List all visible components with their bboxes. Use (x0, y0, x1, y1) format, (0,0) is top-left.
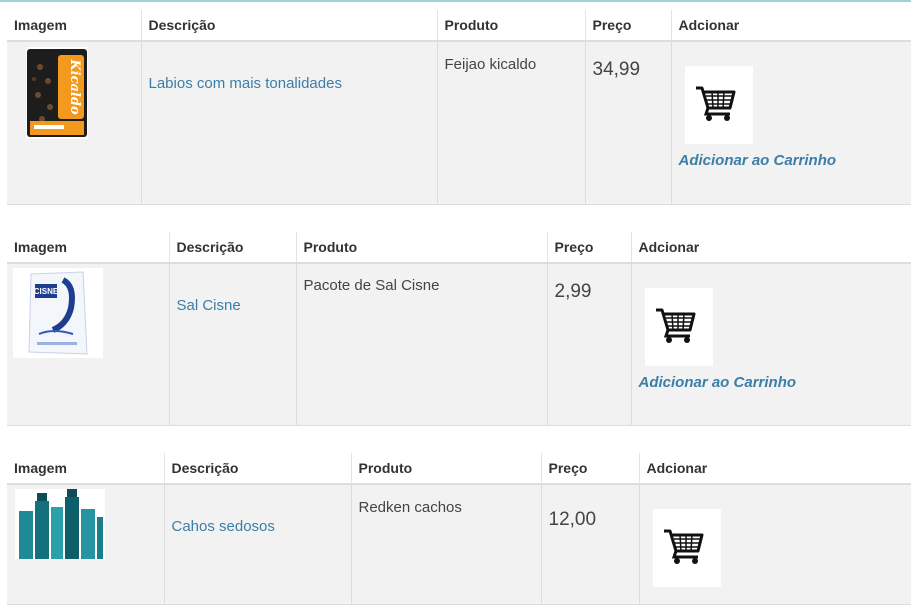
header-description: Descrição (164, 453, 351, 484)
add-cell: Adicionar ao Carrinho (671, 41, 911, 204)
product-description-link[interactable]: Labios com mais tonalidades (149, 75, 437, 92)
table-header-row: Imagem Descrição Produto Preço Adcionar (7, 232, 911, 263)
header-image: Imagem (7, 232, 169, 263)
table-row: Kicaldo Labios com mais tonalidades Feij… (7, 41, 911, 204)
product-price: 2,99 (555, 281, 631, 303)
header-description: Descrição (169, 232, 296, 263)
product-cell: Pacote de Sal Cisne (296, 263, 547, 425)
product-description-link[interactable]: Cahos sedosos (172, 518, 351, 535)
product-cell: Feijao kicaldo (437, 41, 585, 204)
svg-text:Kicaldo: Kicaldo (67, 58, 82, 115)
header-add: Adcionar (671, 10, 911, 41)
header-product: Produto (437, 10, 585, 41)
add-cell (639, 484, 911, 604)
description-cell: Sal Cisne (169, 263, 296, 425)
product-name: Feijao kicaldo (445, 56, 585, 73)
header-description: Descrição (141, 10, 437, 41)
table-row: Cahos sedosos Redken cachos 12,00 (7, 484, 911, 604)
header-product: Produto (296, 232, 547, 263)
top-border (0, 0, 911, 2)
table-header-row: Imagem Descrição Produto Preço Adcionar (7, 453, 911, 484)
header-price: Preço (547, 232, 631, 263)
description-cell: Labios com mais tonalidades (141, 41, 437, 204)
add-cell: Adicionar ao Carrinho (631, 263, 911, 425)
header-image: Imagem (7, 453, 164, 484)
header-add: Adcionar (631, 232, 911, 263)
price-cell: 2,99 (547, 263, 631, 425)
shopping-cart-icon[interactable] (653, 509, 721, 587)
header-product: Produto (351, 453, 541, 484)
image-cell: Kicaldo (7, 41, 141, 204)
product-name: Redken cachos (359, 499, 541, 516)
header-image: Imagem (7, 10, 141, 41)
description-cell: Cahos sedosos (164, 484, 351, 604)
product-name: Pacote de Sal Cisne (304, 277, 547, 294)
table-row: CISNE Sal Cisne Pacote de Sal Cisne 2,99 (7, 263, 911, 425)
svg-text:CISNE: CISNE (34, 287, 59, 296)
salt-package-image: CISNE (13, 268, 103, 358)
product-price: 12,00 (549, 509, 639, 531)
bean-package-image: Kicaldo (26, 47, 88, 139)
hair-products-image (15, 489, 105, 559)
product-table-3: Imagem Descrição Produto Preço Adcionar (7, 453, 911, 605)
price-cell: 34,99 (585, 41, 671, 204)
shopping-cart-icon[interactable] (645, 288, 713, 366)
header-price: Preço (585, 10, 671, 41)
table-header-row: Imagem Descrição Produto Preço Adcionar (7, 10, 911, 41)
header-price: Preço (541, 453, 639, 484)
image-cell (7, 484, 164, 604)
add-to-cart-link[interactable]: Adicionar ao Carrinho (679, 152, 911, 169)
image-cell: CISNE (7, 263, 169, 425)
price-cell: 12,00 (541, 484, 639, 604)
header-add: Adcionar (639, 453, 911, 484)
product-cell: Redken cachos (351, 484, 541, 604)
add-to-cart-link[interactable]: Adicionar ao Carrinho (639, 374, 911, 391)
product-price: 34,99 (593, 59, 671, 81)
product-table-2: Imagem Descrição Produto Preço Adcionar … (7, 232, 911, 426)
product-description-link[interactable]: Sal Cisne (177, 297, 296, 314)
shopping-cart-icon[interactable] (685, 66, 753, 144)
product-table-1: Imagem Descrição Produto Preço Adcionar … (7, 10, 911, 205)
